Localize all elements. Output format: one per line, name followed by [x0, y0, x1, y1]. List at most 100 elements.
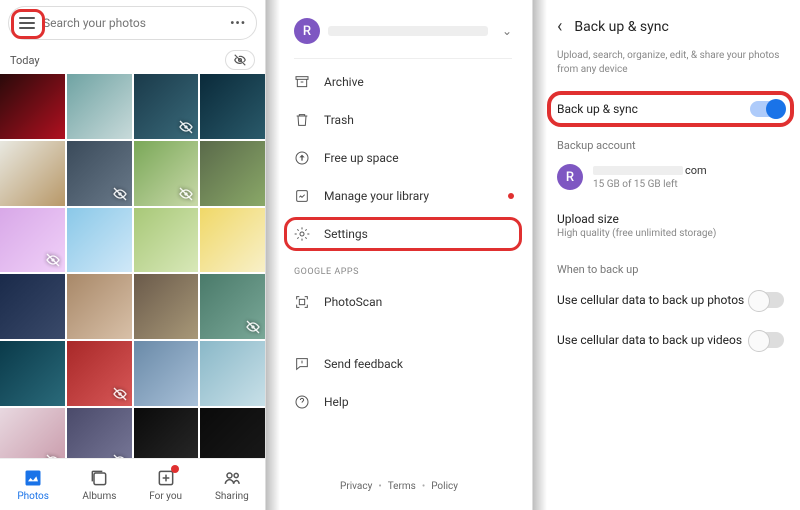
backup-account-row[interactable]: R com 15 GB of 15 GB left	[533, 156, 800, 202]
backup-sync-label: Back up & sync	[557, 102, 750, 116]
upload-size-value: High quality (free unlimited storage)	[533, 228, 800, 249]
drawer-pane: R ⌄ Archive Trash Free up space Manage y…	[266, 0, 533, 510]
photo-thumb[interactable]	[200, 208, 265, 273]
trash-icon	[294, 112, 310, 128]
photo-thumb[interactable]	[0, 341, 65, 406]
photoscan-icon	[294, 294, 310, 310]
cellular-photos-toggle[interactable]	[750, 292, 784, 308]
photo-grid[interactable]	[0, 74, 265, 466]
footer-privacy[interactable]: Privacy	[340, 481, 372, 492]
photo-thumb[interactable]	[200, 141, 265, 206]
photo-thumb[interactable]	[67, 141, 132, 206]
not-backed-up-icon	[178, 186, 194, 202]
cellular-photos-row[interactable]: Use cellular data to back up photos	[533, 280, 800, 320]
photo-thumb[interactable]	[134, 74, 199, 139]
menu-manage-label: Manage your library	[324, 189, 429, 203]
menu-manage-library[interactable]: Manage your library	[266, 177, 532, 215]
storage-left: 15 GB of 15 GB left	[593, 179, 707, 190]
photo-thumb[interactable]	[200, 74, 265, 139]
photo-thumb[interactable]	[67, 74, 132, 139]
manage-icon	[294, 188, 310, 204]
date-label: Today	[10, 54, 40, 67]
backup-sync-toggle[interactable]	[750, 101, 784, 117]
bottom-nav: Photos Albums For you Sharing	[0, 458, 265, 510]
photo-thumb[interactable]	[134, 274, 199, 339]
when-backup-label: When to back up	[533, 249, 800, 280]
menu-feedback-label: Send feedback	[324, 357, 403, 371]
nav-albums-label: Albums	[82, 491, 116, 502]
nav-for-you[interactable]: For you	[133, 459, 199, 510]
cellular-photos-label: Use cellular data to back up photos	[557, 293, 750, 307]
nav-albums[interactable]: Albums	[66, 459, 132, 510]
not-backed-up-icon	[112, 386, 128, 402]
cellular-videos-toggle[interactable]	[750, 332, 784, 348]
photo-thumb[interactable]	[200, 341, 265, 406]
not-backed-up-icon	[112, 186, 128, 202]
menu-trash[interactable]: Trash	[266, 101, 532, 139]
photo-thumb[interactable]	[67, 274, 132, 339]
menu-feedback[interactable]: Send feedback	[266, 345, 532, 383]
search-bar[interactable]: •••	[8, 6, 257, 40]
feedback-icon	[294, 356, 310, 372]
manage-notification-dot	[508, 193, 514, 199]
divider	[294, 58, 512, 59]
photo-thumb[interactable]	[134, 341, 199, 406]
photo-thumb[interactable]	[134, 208, 199, 273]
photo-thumb[interactable]	[0, 141, 65, 206]
cellular-videos-label: Use cellular data to back up videos	[557, 333, 750, 347]
photo-thumb[interactable]	[134, 141, 199, 206]
not-backed-up-icon	[45, 252, 61, 268]
menu-photoscan[interactable]: PhotoScan	[266, 283, 532, 321]
menu-archive[interactable]: Archive	[266, 63, 532, 101]
cellular-videos-row[interactable]: Use cellular data to back up videos	[533, 320, 800, 360]
nav-sharing[interactable]: Sharing	[199, 459, 265, 510]
free-up-icon	[294, 150, 310, 166]
search-input[interactable]	[43, 16, 222, 30]
back-icon[interactable]: ‹	[557, 16, 562, 37]
more-icon[interactable]: •••	[230, 16, 246, 30]
menu-free-up[interactable]: Free up space	[266, 139, 532, 177]
chevron-down-icon[interactable]: ⌄	[502, 24, 512, 38]
photo-thumb[interactable]	[67, 341, 132, 406]
menu-archive-label: Archive	[324, 75, 364, 89]
nav-photos-label: Photos	[17, 491, 49, 502]
backup-sync-toggle-row[interactable]: Back up & sync	[533, 89, 800, 129]
not-backed-up-icon	[245, 319, 261, 335]
nav-for-you-label: For you	[149, 491, 182, 502]
page-subtitle: Upload, search, organize, edit, & share …	[533, 45, 800, 89]
not-backed-up-icon	[178, 119, 194, 135]
menu-settings[interactable]: Settings	[266, 215, 532, 253]
backup-sync-pane: ‹ Back up & sync Upload, search, organiz…	[533, 0, 800, 510]
menu-help-label: Help	[324, 395, 349, 409]
hide-toggle[interactable]	[225, 50, 255, 70]
gear-icon	[294, 226, 310, 242]
archive-icon	[294, 74, 310, 90]
account-row[interactable]: R ⌄	[266, 0, 532, 58]
nav-sharing-label: Sharing	[215, 491, 249, 502]
menu-icon[interactable]	[19, 17, 35, 29]
menu-trash-label: Trash	[324, 113, 354, 127]
menu-settings-label: Settings	[324, 227, 368, 241]
menu-free-up-label: Free up space	[324, 151, 399, 165]
upload-size-label[interactable]: Upload size	[533, 202, 800, 228]
account-name-redacted	[328, 26, 488, 36]
backup-account-label: Backup account	[533, 129, 800, 156]
photo-thumb[interactable]	[0, 208, 65, 273]
photos-grid-pane: ••• Today Photos Albums For you Sharing	[0, 0, 266, 510]
photo-thumb[interactable]	[67, 208, 132, 273]
nav-photos[interactable]: Photos	[0, 459, 66, 510]
menu-help[interactable]: Help	[266, 383, 532, 421]
photo-thumb[interactable]	[0, 274, 65, 339]
photo-thumb[interactable]	[200, 274, 265, 339]
google-apps-label: GOOGLE APPS	[266, 253, 532, 283]
footer-policy[interactable]: Policy	[431, 481, 458, 492]
date-header-row: Today	[0, 46, 265, 74]
page-title: Back up & sync	[574, 19, 668, 35]
tutorial-highlight-settings	[284, 217, 522, 251]
help-icon	[294, 394, 310, 410]
photo-thumb[interactable]	[0, 74, 65, 139]
drawer-footer: Privacy • Terms • Policy	[266, 463, 532, 510]
drawer-menu: Archive Trash Free up space Manage your …	[266, 63, 532, 421]
menu-photoscan-label: PhotoScan	[324, 295, 382, 309]
footer-terms[interactable]: Terms	[388, 481, 416, 492]
